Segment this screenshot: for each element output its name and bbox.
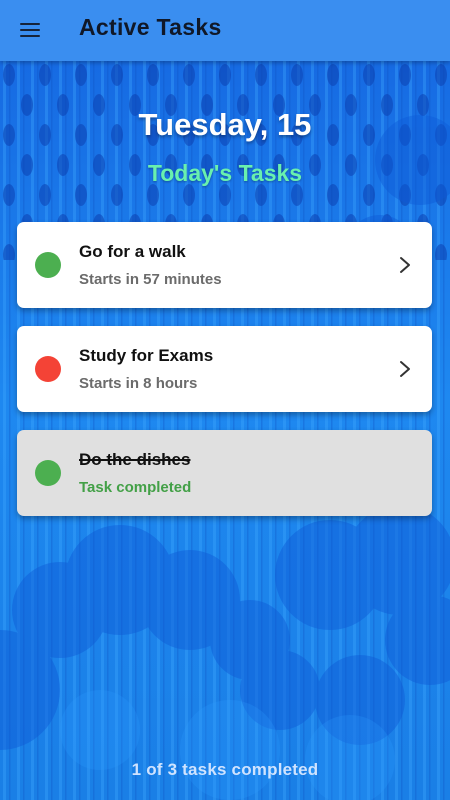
chevron-right-icon[interactable] <box>398 255 412 275</box>
status-dot-icon <box>35 460 61 486</box>
app-bar-title: Active Tasks <box>79 14 222 40</box>
task-subtitle: Starts in 8 hours <box>79 375 198 392</box>
task-card-do-the-dishes[interactable]: Do the dishes Task completed <box>17 430 432 516</box>
task-title: Go for a walk <box>79 242 186 261</box>
status-dot-icon <box>35 356 61 382</box>
task-title: Study for Exams <box>79 346 214 365</box>
tasks-progress-status: 1 of 3 tasks completed <box>131 760 319 779</box>
app-bar: Active Tasks <box>0 0 450 61</box>
hamburger-menu-icon[interactable] <box>20 21 42 39</box>
task-card-go-for-a-walk[interactable]: Go for a walk Starts in 57 minutes <box>17 222 432 308</box>
section-heading: Today's Tasks <box>147 160 303 186</box>
task-card-study-for-exams[interactable]: Study for Exams Starts in 8 hours <box>17 326 432 412</box>
date-heading: Tuesday, 15 <box>138 107 312 142</box>
task-title: Do the dishes <box>79 450 191 469</box>
task-subtitle: Starts in 57 minutes <box>79 271 222 288</box>
status-dot-icon <box>35 252 61 278</box>
chevron-right-icon[interactable] <box>398 359 412 379</box>
task-completed-label: Task completed <box>79 479 192 496</box>
